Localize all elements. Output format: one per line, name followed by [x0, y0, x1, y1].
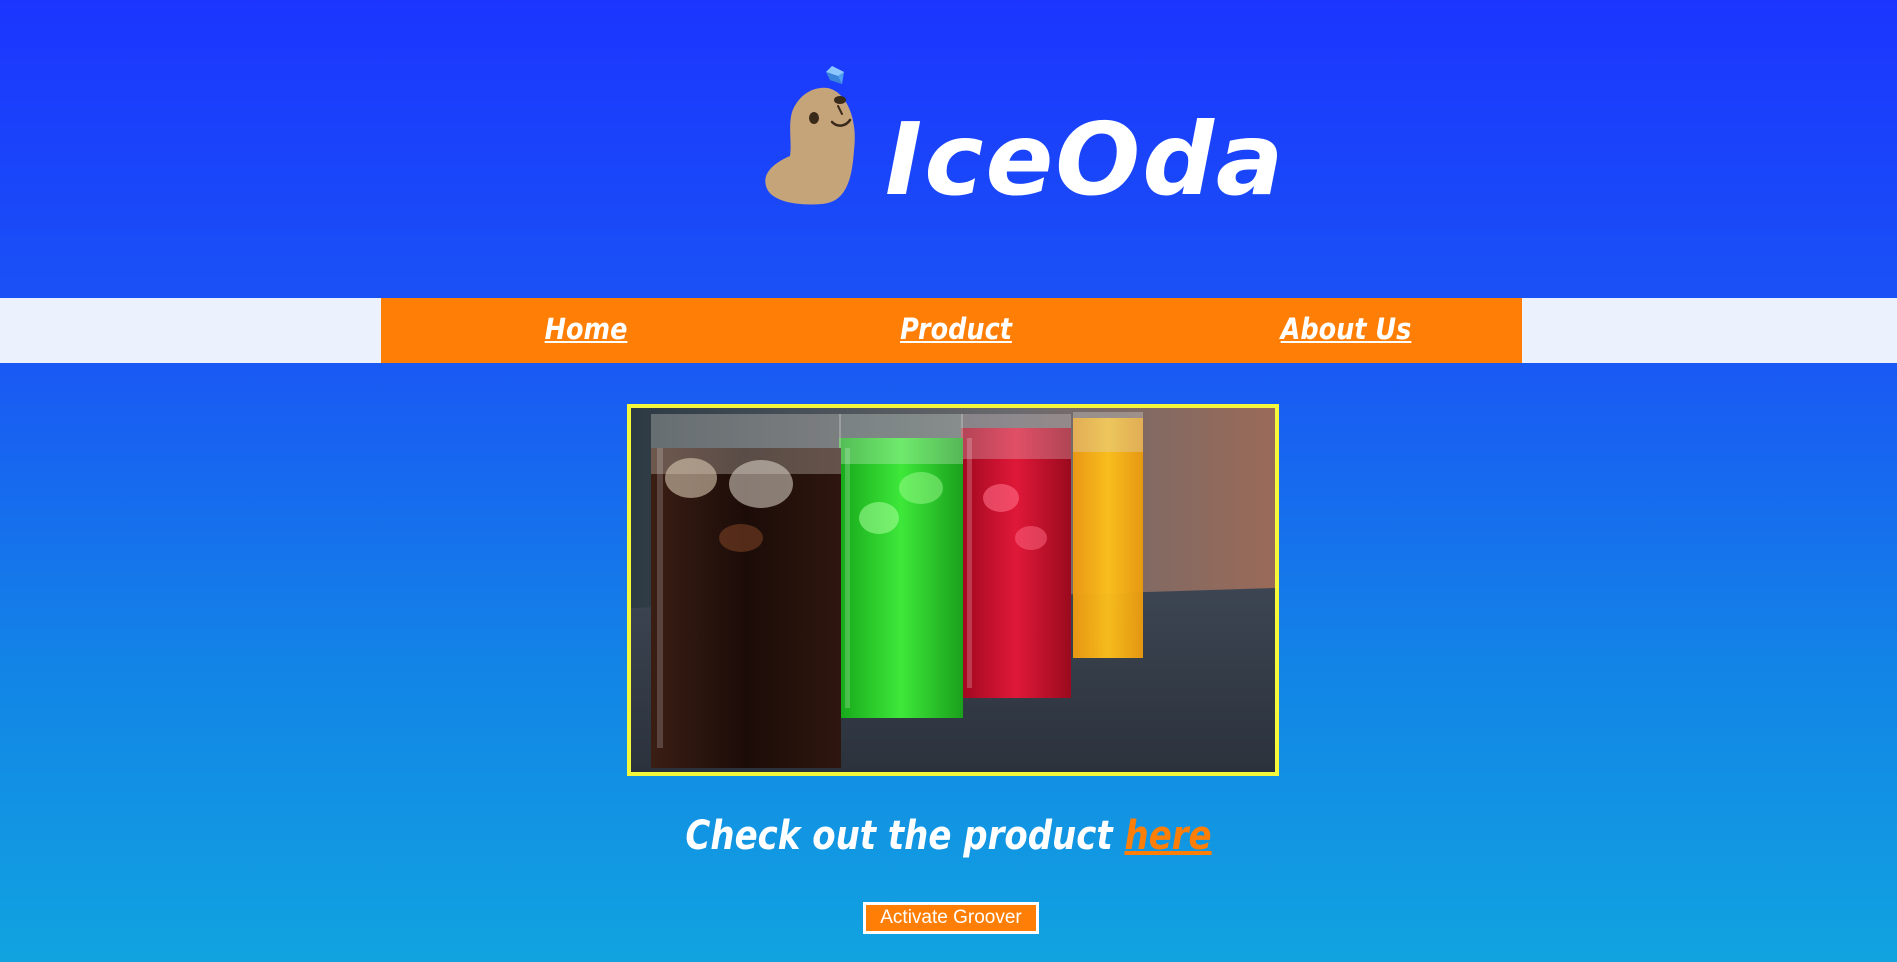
nav-product-link[interactable]: Product [881, 298, 1031, 363]
activate-groover-button[interactable]: Activate Groover [863, 902, 1039, 934]
soda-glasses-illustration [631, 408, 1275, 772]
site-header: IceOda [0, 0, 1897, 298]
product-here-link[interactable]: here [1124, 813, 1211, 859]
brand-logo-text: IceOda [885, 101, 1286, 218]
product-call-to-action: Check out the product here [0, 808, 1897, 864]
cta-text: Check out the product [685, 813, 1113, 859]
nav-home-link[interactable]: Home [520, 298, 652, 363]
main-nav: Home Product About Us [381, 298, 1522, 363]
hero-image [627, 404, 1279, 776]
ice-cube-icon [826, 66, 844, 84]
nav-about-us-link[interactable]: About Us [1254, 298, 1439, 363]
otter-mascot-logo-icon [765, 66, 855, 205]
